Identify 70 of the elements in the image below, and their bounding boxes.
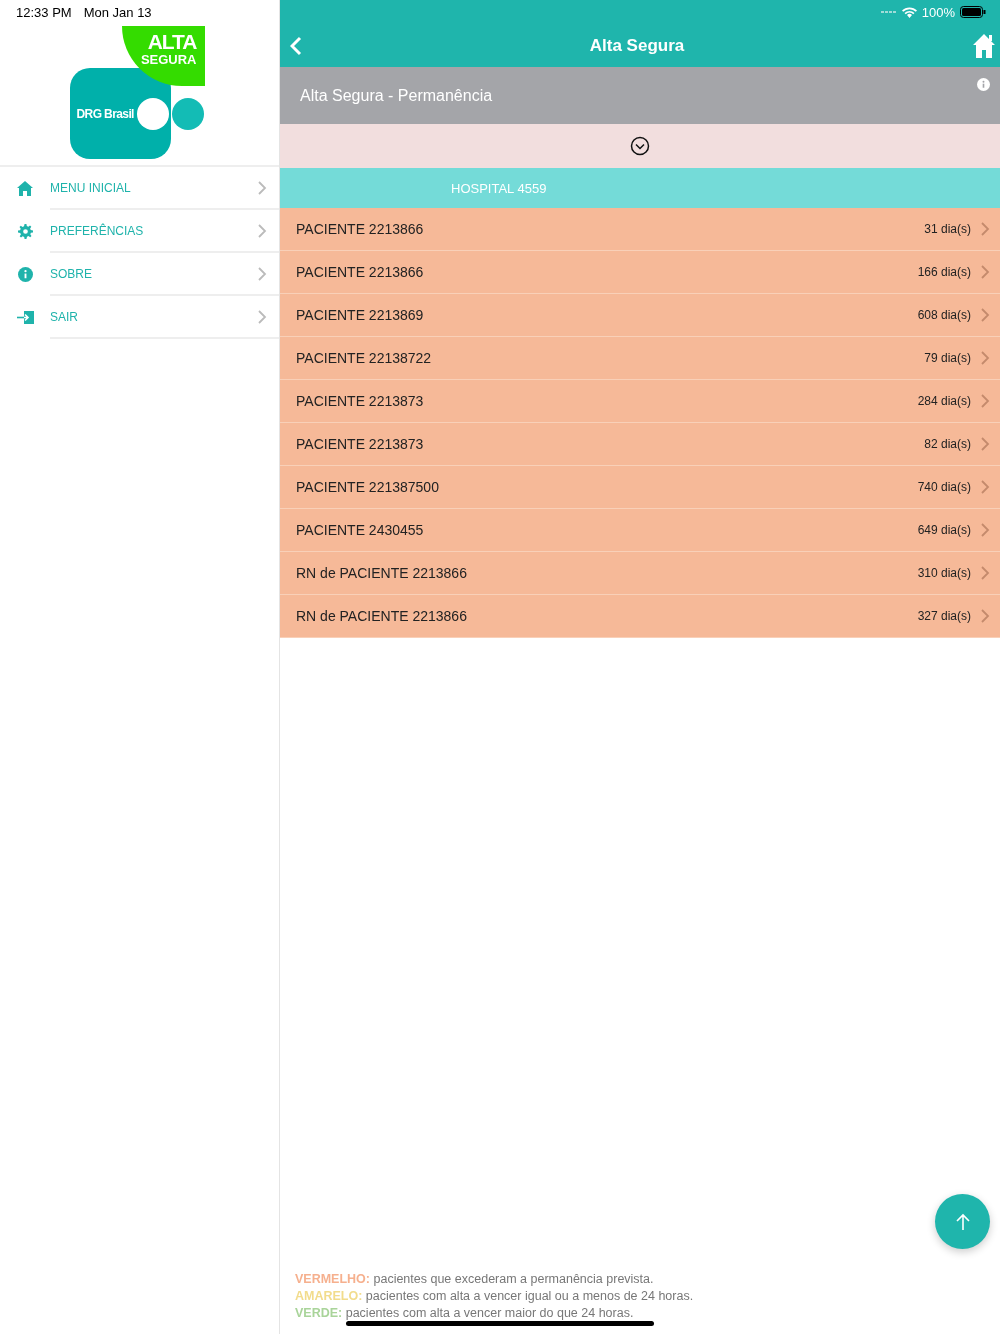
chevron-right-icon xyxy=(981,609,990,623)
patient-row[interactable]: PACIENTE 2213869 608 dia(s) xyxy=(280,294,1000,337)
legend-text: pacientes com alta a vencer igual ou a menos de 24 horas. xyxy=(365,1289,694,1303)
chevron-right-icon xyxy=(981,265,990,279)
legend-label: AMARELO: xyxy=(295,1289,363,1303)
wifi-icon xyxy=(901,6,917,18)
signal-icon xyxy=(880,10,897,14)
patient-name: PACIENTE 2213866 xyxy=(296,264,425,280)
arrow-up-icon xyxy=(955,1212,970,1231)
legend-text: pacientes com alta a vencer maior do que 24 horas. xyxy=(345,1306,634,1320)
patient-name: RN de PACIENTE 2213866 xyxy=(296,608,468,624)
patient-name: RN de PACIENTE 2213866 xyxy=(296,565,468,581)
patient-name: PACIENTE 2430455 xyxy=(296,522,425,538)
group-title: HOSPITAL 4559 xyxy=(451,180,547,196)
chevron-right-icon xyxy=(981,480,990,494)
patient-row[interactable]: PACIENTE 221387500 740 dia(s) xyxy=(280,466,1000,509)
patient-name: PACIENTE 221387500 xyxy=(296,479,440,495)
chevron-right-icon xyxy=(981,566,990,580)
stay-days: 327 dia(s) xyxy=(917,609,971,623)
back-button[interactable] xyxy=(290,35,302,56)
chevron-right-icon xyxy=(258,309,267,324)
battery-percent: 100% xyxy=(921,4,955,20)
battery-icon xyxy=(960,6,986,18)
chevron-right-icon xyxy=(258,223,267,238)
status-time: 12:33 PM xyxy=(16,4,72,20)
patient-row[interactable]: RN de PACIENTE 2213866 327 dia(s) xyxy=(280,595,1000,638)
chevron-right-icon xyxy=(981,523,990,537)
stay-days: 82 dia(s) xyxy=(924,437,971,451)
stay-days: 649 dia(s) xyxy=(917,523,971,537)
home-button[interactable] xyxy=(972,32,996,59)
section-title: Alta Segura - Permanência xyxy=(300,86,493,105)
patient-row[interactable]: PACIENTE 2213866 166 dia(s) xyxy=(280,251,1000,294)
stay-days: 31 dia(s) xyxy=(924,222,971,236)
patient-row[interactable]: PACIENTE 2213866 31 dia(s) xyxy=(280,208,1000,251)
legend-text: pacientes que excederam a permanência prevista. xyxy=(373,1272,654,1286)
patient-name: PACIENTE 22138722 xyxy=(296,350,433,366)
home-icon xyxy=(17,181,33,196)
chevron-right-icon xyxy=(981,394,990,408)
patient-name: PACIENTE 2213866 xyxy=(296,221,425,237)
expand-button[interactable] xyxy=(630,136,650,156)
patient-row[interactable]: RN de PACIENTE 2213866 310 dia(s) xyxy=(280,552,1000,595)
info-icon xyxy=(17,267,33,282)
patient-name: PACIENTE 2213869 xyxy=(296,307,425,323)
legend-label: VERMELHO: xyxy=(295,1272,370,1286)
legend-label: VERDE: xyxy=(295,1306,343,1320)
patient-row[interactable]: PACIENTE 2430455 649 dia(s) xyxy=(280,509,1000,552)
patient-name: PACIENTE 2213873 xyxy=(296,436,425,452)
stay-days: 79 dia(s) xyxy=(924,351,971,365)
stay-days: 284 dia(s) xyxy=(917,394,971,408)
chevron-right-icon xyxy=(258,266,267,281)
stay-days: 310 dia(s) xyxy=(917,566,971,580)
stay-days: 166 dia(s) xyxy=(917,265,971,279)
chevron-right-icon xyxy=(981,222,990,236)
chevron-right-icon xyxy=(258,180,267,195)
chevron-right-icon xyxy=(981,437,990,451)
settings-icon xyxy=(17,224,33,239)
patient-row[interactable]: PACIENTE 2213873 284 dia(s) xyxy=(280,380,1000,423)
chevron-right-icon xyxy=(981,351,990,365)
stay-days: 740 dia(s) xyxy=(917,480,971,494)
status-date: Mon Jan 13 xyxy=(83,4,152,20)
nav-title: Alta Segura xyxy=(589,35,685,56)
patient-name: PACIENTE 2213873 xyxy=(296,393,425,409)
exit-icon xyxy=(16,311,34,324)
patient-row[interactable]: PACIENTE 22138722 79 dia(s) xyxy=(280,337,1000,380)
stay-days: 608 dia(s) xyxy=(917,308,971,322)
scroll-top-button[interactable] xyxy=(935,1194,990,1249)
chevron-right-icon xyxy=(981,308,990,322)
info-button[interactable] xyxy=(977,78,990,91)
app-logo: DRG Brasil ALTA SEGURA xyxy=(69,24,210,160)
patient-row[interactable]: PACIENTE 2213873 82 dia(s) xyxy=(280,423,1000,466)
